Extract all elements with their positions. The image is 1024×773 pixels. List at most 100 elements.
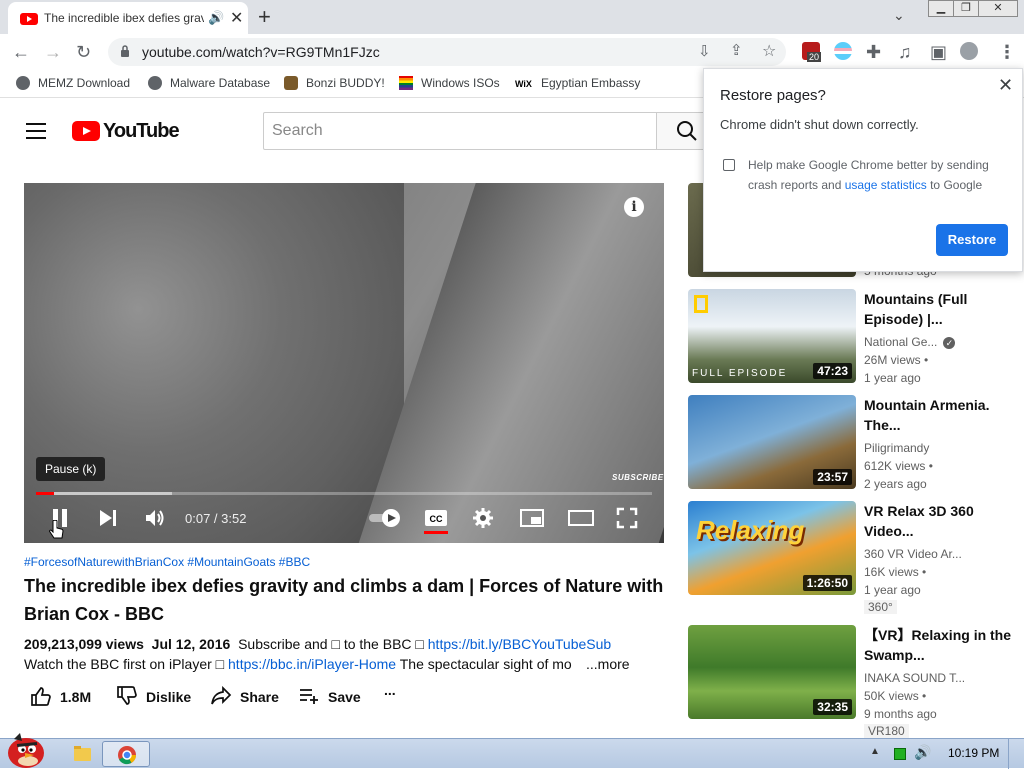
video-frame-rock (24, 183, 404, 543)
bookmark-item[interactable]: MEMZ Download (16, 76, 130, 90)
minimize-button[interactable]: ▁ (928, 0, 954, 17)
related-video-age: 9 months ago (864, 707, 937, 721)
bookmark-label: Malware Database (170, 76, 271, 90)
save-button[interactable]: Save (298, 686, 361, 706)
new-tab-button[interactable]: + (258, 4, 271, 30)
related-video-title[interactable]: Mountain Armenia. The... (864, 395, 1014, 435)
info-icon[interactable]: i (624, 197, 644, 217)
crash-report-checkbox[interactable] (723, 159, 735, 171)
audio-playing-icon[interactable]: 🔊 (208, 10, 224, 26)
related-video-title[interactable]: Mountains (Full Episode) |... (864, 289, 1014, 329)
bookmark-item[interactable]: WiX Egyptian Embassy (515, 76, 640, 93)
share-page-icon[interactable]: ⇪ (730, 41, 743, 59)
install-app-icon[interactable]: ⇩ (698, 42, 711, 60)
settings-gear-icon[interactable] (472, 507, 494, 529)
pause-tooltip: Pause (k) (36, 457, 106, 481)
related-video-thumbnail[interactable]: 23:57 (688, 395, 856, 489)
video-duration: 23:57 (813, 469, 852, 485)
side-panel-icon[interactable]: ▣ (930, 42, 947, 63)
show-desktop-button[interactable] (1008, 739, 1024, 769)
bookmark-star-icon[interactable]: ☆ (762, 41, 776, 61)
fullscreen-icon[interactable] (616, 507, 638, 529)
reload-icon[interactable]: ↻ (76, 42, 91, 63)
related-video-thumbnail[interactable]: Relaxing 1:26:50 (688, 501, 856, 595)
related-video-channel[interactable]: Piligrimandy (864, 439, 1014, 457)
view-count: 209,213,099 views (24, 636, 144, 652)
youtube-logo-icon[interactable] (72, 121, 100, 141)
description-line-2[interactable]: Watch the BBC first on iPlayer □ https:/… (24, 656, 664, 672)
dialog-message: Chrome didn't shut down correctly. (720, 117, 919, 132)
start-button-angry-bird-icon[interactable] (4, 731, 48, 769)
windows-flag-icon (399, 76, 413, 90)
related-video-title[interactable]: VR Relax 3D 360 Video... (864, 501, 1014, 541)
extensions-puzzle-icon[interactable]: ✚ (866, 42, 881, 63)
related-video-title[interactable]: 【VR】Relaxing in the Swamp... (864, 625, 1014, 665)
hamburger-menu-icon[interactable] (26, 123, 46, 144)
svg-text:CC: CC (430, 514, 443, 524)
video-duration: 32:35 (813, 699, 852, 715)
bookmark-item[interactable]: Windows ISOs (399, 76, 500, 90)
subscribe-watermark[interactable]: SUBSCRIBE (612, 473, 664, 482)
dislike-label: Dislike (146, 689, 192, 705)
tray-expand-icon[interactable]: ▲ (870, 746, 880, 757)
lock-icon (121, 45, 129, 57)
address-bar[interactable]: youtube.com/watch?v=RG9TMn1FJzc ⇩ ⇪ ☆ (108, 38, 786, 66)
url-text[interactable]: youtube.com/watch?v=RG9TMn1FJzc (142, 44, 380, 60)
taskbar-explorer-app[interactable] (58, 741, 106, 767)
ublock-extension-icon[interactable]: 20 (802, 42, 822, 62)
related-video-thumbnail[interactable]: 32:35 (688, 625, 856, 719)
next-video-icon[interactable] (98, 507, 118, 529)
subscribe-link[interactable]: https://bit.ly/BBCYouTubeSub (428, 636, 611, 652)
related-video-channel[interactable]: National Ge... ✓ (864, 333, 1014, 351)
description-line-1[interactable]: 209,213,099 views Jul 12, 2016 Subscribe… (24, 636, 611, 652)
chrome-icon (118, 746, 136, 765)
taskbar-chrome-app[interactable] (102, 741, 150, 767)
progress-bar[interactable] (36, 492, 652, 495)
tab-active[interactable]: The incredible ibex defies gravity and c… (8, 2, 248, 34)
subtitles-cc-icon[interactable]: CC (424, 507, 448, 529)
dialog-close-icon[interactable]: ✕ (998, 75, 1013, 96)
video-player[interactable]: i Pause (k) SUBSCRIBE 0:07 / 3:52 CC (24, 183, 664, 543)
miniplayer-icon[interactable] (520, 507, 544, 529)
related-video-channel[interactable]: INAKA SOUND T... (864, 669, 1014, 687)
bookmark-item[interactable]: Bonzi BUDDY! (284, 76, 385, 90)
colorful-extension-icon[interactable] (834, 42, 852, 60)
bookmark-label: Egyptian Embassy (541, 76, 641, 90)
related-video-channel[interactable]: 360 VR Video Ar... (864, 545, 1014, 563)
verified-check-icon: ✓ (943, 337, 956, 349)
share-label: Share (240, 689, 279, 705)
usage-statistics-link[interactable]: usage statistics (845, 178, 927, 192)
taskbar-clock[interactable]: 10:19 PM (948, 746, 999, 760)
show-more-button[interactable]: ...more (580, 656, 630, 672)
chrome-menu-icon[interactable]: ⋮ (998, 42, 1016, 63)
theater-mode-icon[interactable] (568, 507, 594, 529)
video-hashtags[interactable]: #ForcesofNaturewithBrianCox #MountainGoa… (24, 555, 310, 569)
bookmark-label: Windows ISOs (421, 76, 500, 90)
related-video-age: 2 years ago (864, 477, 927, 491)
forward-arrow-icon[interactable]: → (44, 42, 62, 63)
iplayer-link[interactable]: https://bbc.in/iPlayer-Home (228, 656, 396, 672)
tab-search-chevron-icon[interactable]: ⌄ (893, 7, 905, 24)
back-arrow-icon[interactable]: ← (12, 42, 30, 63)
related-video-thumbnail[interactable]: FULL EPISODE 47:23 (688, 289, 856, 383)
media-controls-icon[interactable]: ♫ (898, 42, 912, 63)
youtube-logo-text[interactable]: YouTube (103, 120, 180, 143)
like-button[interactable]: 1.8M (30, 686, 91, 706)
profile-avatar-icon[interactable] (960, 42, 978, 60)
tab-close-icon[interactable]: ✕ (230, 8, 243, 28)
restore-button[interactable]: Restore (936, 224, 1008, 256)
search-input[interactable]: Search (263, 112, 657, 150)
related-video-views: 612K views • (864, 459, 933, 473)
autoplay-toggle-icon[interactable] (368, 507, 402, 529)
share-button[interactable]: Share (210, 686, 279, 706)
close-window-button[interactable]: ✕ (978, 0, 1018, 17)
network-tray-icon[interactable] (894, 748, 906, 760)
volume-tray-icon[interactable]: 🔊 (914, 744, 931, 761)
bookmark-item[interactable]: Malware Database (148, 76, 270, 90)
volume-icon[interactable] (144, 507, 166, 529)
crash-report-label: Help make Google Chrome better by sendin… (748, 155, 1008, 195)
more-actions-button[interactable]: ... (384, 682, 396, 698)
dislike-button[interactable]: Dislike (116, 686, 191, 706)
description-text: Watch the BBC first on iPlayer □ (24, 656, 225, 672)
maximize-button[interactable]: ❐ (953, 0, 979, 17)
